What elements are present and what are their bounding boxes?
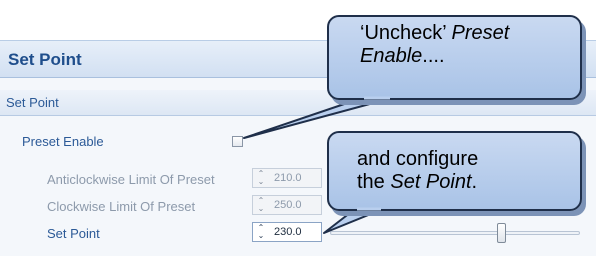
callout-pointer-joins <box>357 96 390 211</box>
screenshot-stage: Set Point Set Point Preset Enable Anticl… <box>0 0 596 256</box>
